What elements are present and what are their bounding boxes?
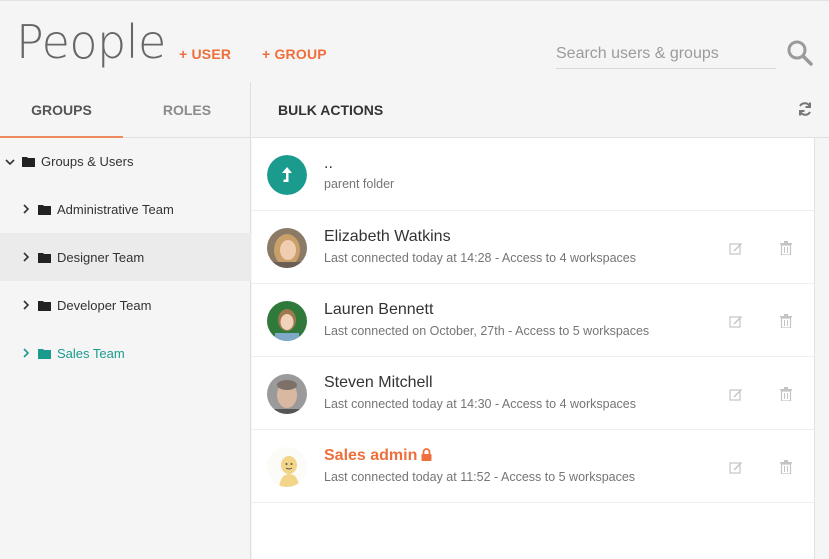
tree-item-label: Designer Team xyxy=(57,249,145,265)
tree-item-sales-team[interactable]: Sales Team xyxy=(0,329,251,377)
tree-item-administrative-team[interactable]: Administrative Team xyxy=(0,185,251,233)
edit-icon[interactable] xyxy=(729,314,743,328)
user-status: Last connected today at 14:30 - Access t… xyxy=(324,397,636,411)
parent-folder-icon xyxy=(267,155,307,195)
tree-item-label: Administrative Team xyxy=(57,201,174,217)
chevron-down-icon[interactable] xyxy=(4,156,16,168)
tree-item-developer-team[interactable]: Developer Team xyxy=(0,281,251,329)
top-bar: People + USER + GROUP xyxy=(0,0,829,82)
user-name: Steven Mitchell xyxy=(324,374,433,391)
edit-icon[interactable] xyxy=(729,241,743,255)
page-title: People xyxy=(16,15,166,69)
trash-icon[interactable] xyxy=(780,241,792,255)
user-name: Elizabeth Watkins xyxy=(324,228,451,245)
tree-item-groups-users[interactable]: Groups & Users xyxy=(0,138,251,185)
bulk-actions-button[interactable]: BULK ACTIONS xyxy=(278,82,383,138)
user-row[interactable]: Elizabeth Watkins Last connected today a… xyxy=(252,211,814,284)
tree-item-designer-team[interactable]: Designer Team xyxy=(0,233,251,281)
user-row[interactable]: Steven Mitchell Last connected today at … xyxy=(252,357,814,430)
user-list: .. parent folder Elizabeth Watkins Last … xyxy=(252,138,815,559)
folder-icon xyxy=(38,300,51,311)
add-group-button[interactable]: + GROUP xyxy=(262,46,327,62)
user-row[interactable]: Sales admin Last connected today at 11:5… xyxy=(252,430,814,503)
refresh-icon[interactable] xyxy=(797,101,813,117)
sidebar-tabs: GROUPS ROLES xyxy=(0,82,251,138)
trash-icon[interactable] xyxy=(780,460,792,474)
user-name-text: Sales admin xyxy=(324,447,418,464)
user-status: Last connected today at 14:28 - Access t… xyxy=(324,251,636,265)
sidebar: GROUPS ROLES Groups & Users Administrati… xyxy=(0,82,251,559)
user-status: Last connected on October, 27th - Access… xyxy=(324,324,650,338)
search-icon[interactable] xyxy=(786,39,814,67)
tree-item-label: Sales Team xyxy=(57,345,125,361)
group-tree: Groups & Users Administrative Team Desig… xyxy=(0,138,251,377)
edit-icon[interactable] xyxy=(729,387,743,401)
chevron-right-icon[interactable] xyxy=(20,299,32,311)
add-user-button[interactable]: + USER xyxy=(179,46,231,62)
trash-icon[interactable] xyxy=(780,387,792,401)
main-panel: BULK ACTIONS .. parent folder Elizabeth … xyxy=(252,82,829,559)
parent-folder-row[interactable]: .. parent folder xyxy=(252,138,814,211)
folder-icon xyxy=(38,252,51,263)
chevron-right-icon[interactable] xyxy=(20,347,32,359)
search-input[interactable] xyxy=(556,39,776,69)
user-row[interactable]: Lauren Bennett Last connected on October… xyxy=(252,284,814,357)
tree-item-label: Developer Team xyxy=(57,297,152,313)
user-status: Last connected today at 11:52 - Access t… xyxy=(324,470,636,484)
avatar xyxy=(267,228,307,268)
avatar xyxy=(267,301,307,341)
actions-bar: BULK ACTIONS xyxy=(252,82,829,138)
user-name: Sales admin xyxy=(324,447,432,465)
parent-folder-title: .. xyxy=(324,155,333,172)
chevron-right-icon[interactable] xyxy=(20,203,32,215)
parent-folder-subtitle: parent folder xyxy=(324,177,395,191)
folder-icon xyxy=(38,204,51,215)
user-name: Lauren Bennett xyxy=(324,301,434,318)
edit-icon[interactable] xyxy=(729,460,743,474)
tree-item-label: Groups & Users xyxy=(41,154,134,169)
chevron-right-icon[interactable] xyxy=(20,251,32,263)
lock-icon xyxy=(421,448,432,461)
tab-roles[interactable]: ROLES xyxy=(123,82,251,138)
avatar xyxy=(267,447,307,487)
tab-groups[interactable]: GROUPS xyxy=(0,82,123,138)
folder-icon xyxy=(38,348,51,359)
folder-icon xyxy=(22,157,35,167)
trash-icon[interactable] xyxy=(780,314,792,328)
avatar xyxy=(267,374,307,414)
